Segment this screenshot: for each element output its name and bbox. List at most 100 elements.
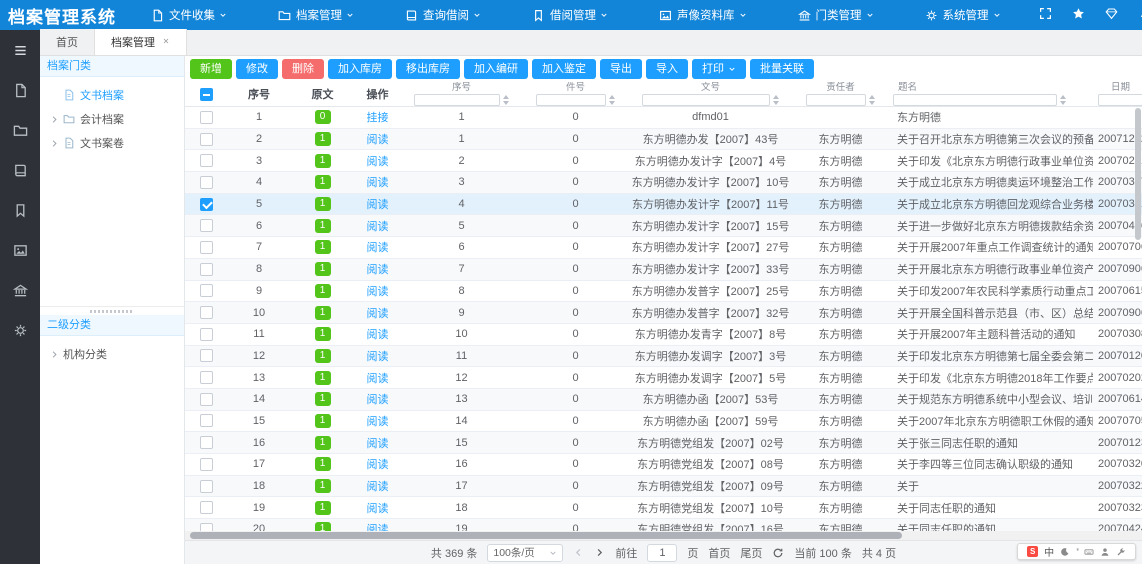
tree-item-文书案卷[interactable]: 文书案卷	[40, 131, 184, 155]
operation-link[interactable]: 阅读	[367, 264, 389, 276]
tab-home[interactable]: 首页	[40, 29, 95, 55]
row-checkbox[interactable]	[200, 154, 213, 167]
next-page-button[interactable]	[594, 547, 605, 558]
ime-language-mode[interactable]: 中	[1044, 544, 1054, 559]
quick-expand[interactable]	[1039, 7, 1052, 23]
filter-input-rq[interactable]	[1098, 94, 1142, 106]
operation-link[interactable]: 阅读	[367, 438, 389, 450]
row-checkbox[interactable]	[200, 436, 213, 449]
row-checkbox[interactable]	[200, 284, 213, 297]
filter-input-xh[interactable]	[414, 94, 500, 106]
toolbar-button-打印[interactable]: 打印	[692, 59, 746, 79]
tab-archive-management[interactable]: 档案管理	[95, 29, 187, 55]
row-checkbox[interactable]	[200, 198, 213, 211]
operation-link[interactable]: 阅读	[367, 242, 389, 254]
row-checkbox[interactable]	[200, 501, 213, 514]
sort-control-tm[interactable]	[1060, 95, 1066, 105]
toolbar-button-移出库房[interactable]: 移出库房	[396, 59, 460, 79]
row-checkbox[interactable]	[200, 414, 213, 427]
toolbar-button-导入[interactable]: 导入	[646, 59, 688, 79]
toolbar-button-删除[interactable]: 删除	[282, 59, 324, 79]
operation-link[interactable]: 阅读	[367, 134, 389, 146]
toolbar-button-新增[interactable]: 新增	[190, 59, 232, 79]
sort-control-zrz[interactable]	[869, 95, 875, 105]
row-checkbox[interactable]	[200, 263, 213, 276]
operation-link[interactable]: 阅读	[367, 459, 389, 471]
row-checkbox[interactable]	[200, 371, 213, 384]
toolbar-button-加入库房[interactable]: 加入库房	[328, 59, 392, 79]
vertical-scrollbar-thumb[interactable]	[1135, 108, 1141, 240]
row-checkbox[interactable]	[200, 480, 213, 493]
nav-item-file[interactable]: 文件收集	[128, 0, 255, 30]
ime-toolbar[interactable]: S 中 ’’	[1017, 543, 1136, 560]
operation-link[interactable]: 阅读	[367, 503, 389, 515]
toolbar-button-加入编研[interactable]: 加入编研	[464, 59, 528, 79]
horizontal-scrollbar-thumb[interactable]	[190, 532, 902, 539]
tab-close-icon[interactable]	[162, 36, 170, 48]
toolbar-button-加入鉴定[interactable]: 加入鉴定	[532, 59, 596, 79]
filter-input-zrz[interactable]	[806, 94, 866, 106]
operation-link[interactable]: 阅读	[367, 221, 389, 233]
keyboard-icon[interactable]	[1084, 547, 1094, 557]
row-checkbox[interactable]	[200, 241, 213, 254]
nav-item-bookmark[interactable]: 借阅管理	[509, 0, 636, 30]
sort-control-jh[interactable]	[609, 95, 615, 105]
filter-input-jh[interactable]	[536, 94, 606, 106]
sort-control-xh[interactable]	[503, 95, 509, 105]
nav-item-bank[interactable]: 门类管理	[775, 0, 902, 30]
rail-item-menu[interactable]	[0, 30, 40, 70]
sort-control-wh[interactable]	[773, 95, 779, 105]
operation-link[interactable]: 阅读	[367, 308, 389, 320]
rail-item-bank[interactable]	[0, 270, 40, 310]
toolbar-button-修改[interactable]: 修改	[236, 59, 278, 79]
nav-item-media[interactable]: 声像资料库	[636, 0, 775, 30]
nav-item-folder[interactable]: 档案管理	[255, 0, 382, 30]
tree-item-机构分类[interactable]: 机构分类	[40, 342, 184, 366]
moon-icon[interactable]	[1060, 547, 1070, 557]
select-all-checkbox[interactable]	[200, 88, 213, 101]
tree-item-文书档案[interactable]: 文书档案	[40, 83, 184, 107]
operation-link[interactable]: 阅读	[367, 351, 389, 363]
row-checkbox[interactable]	[200, 176, 213, 189]
nav-item-book[interactable]: 查询借阅	[382, 0, 509, 30]
prev-page-button[interactable]	[573, 547, 584, 558]
toolbar-button-批量关联[interactable]: 批量关联	[750, 59, 814, 79]
last-page-link[interactable]: 尾页	[740, 545, 762, 561]
ime-logo-icon[interactable]: S	[1027, 546, 1038, 557]
operation-link[interactable]: 阅读	[367, 481, 389, 493]
filter-input-wh[interactable]	[642, 94, 770, 106]
rail-item-file[interactable]	[0, 70, 40, 110]
rail-item-media[interactable]	[0, 230, 40, 270]
user-icon[interactable]	[1100, 547, 1110, 557]
nav-item-gears[interactable]: 系统管理	[902, 0, 1029, 30]
rail-item-folder[interactable]	[0, 110, 40, 150]
toolbar-button-导出[interactable]: 导出	[600, 59, 642, 79]
page-size-select[interactable]: 100条/页	[487, 544, 563, 562]
operation-link[interactable]: 阅读	[367, 394, 389, 406]
rail-item-book[interactable]	[0, 150, 40, 190]
rail-item-gears[interactable]	[0, 310, 40, 350]
quick-star[interactable]	[1072, 7, 1085, 23]
tree-item-会计档案[interactable]: 会计档案	[40, 107, 184, 131]
refresh-icon[interactable]	[772, 547, 784, 559]
operation-link[interactable]: 挂接	[367, 112, 389, 124]
row-checkbox[interactable]	[200, 393, 213, 406]
quick-font-size[interactable]: A	[1138, 7, 1142, 23]
page-number-input[interactable]	[647, 544, 677, 562]
operation-link[interactable]: 阅读	[367, 156, 389, 168]
wrench-icon[interactable]	[1116, 547, 1126, 557]
operation-link[interactable]: 阅读	[367, 416, 389, 428]
operation-link[interactable]: 阅读	[367, 286, 389, 298]
rail-item-bookmark[interactable]	[0, 190, 40, 230]
row-checkbox[interactable]	[200, 133, 213, 146]
operation-link[interactable]: 阅读	[367, 373, 389, 385]
operation-link[interactable]: 阅读	[367, 199, 389, 211]
filter-input-tm[interactable]	[893, 94, 1057, 106]
panel-splitter[interactable]	[40, 306, 184, 315]
row-checkbox[interactable]	[200, 111, 213, 124]
row-checkbox[interactable]	[200, 306, 213, 319]
horizontal-scrollbar-track[interactable]	[185, 531, 1142, 540]
quick-gem[interactable]	[1105, 7, 1118, 23]
row-checkbox[interactable]	[200, 349, 213, 362]
operation-link[interactable]: 阅读	[367, 177, 389, 189]
